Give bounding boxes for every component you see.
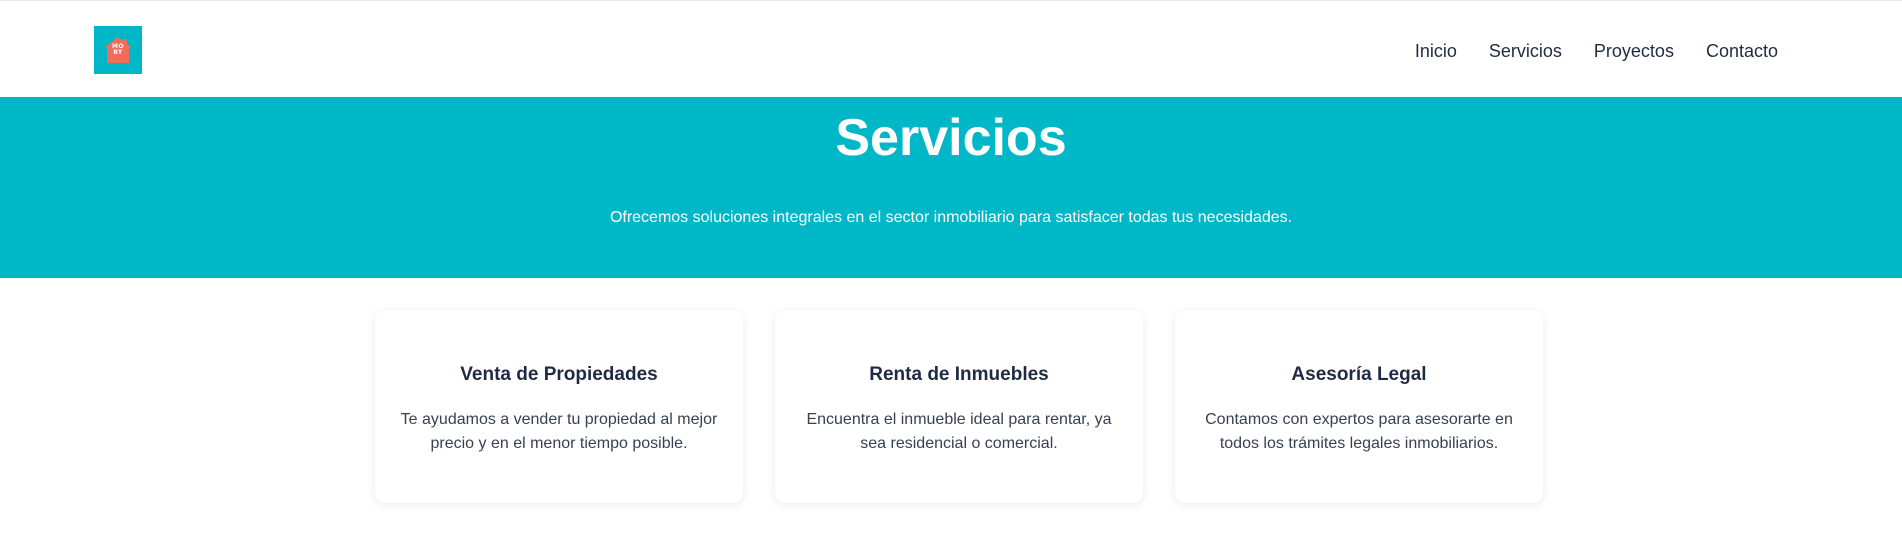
site-header: MO BY Inicio Servicios Proyectos Contact… (0, 0, 1902, 97)
service-card-title: Asesoría Legal (1291, 364, 1427, 385)
service-card-title: Renta de Inmuebles (869, 364, 1049, 385)
services-list: Venta de Propiedades Te ayudamos a vende… (375, 310, 1543, 503)
page-subtitle: Ofrecemos soluciones integrales en el se… (609, 209, 1293, 226)
nav-item-inicio[interactable]: Inicio (1415, 39, 1457, 63)
house-logo-icon: MO BY (103, 36, 133, 64)
nav-item-servicios[interactable]: Servicios (1489, 39, 1562, 63)
logo-text-line2: BY (113, 49, 123, 56)
main-nav: Inicio Servicios Proyectos Contacto (1415, 39, 1778, 63)
nav-item-contacto[interactable]: Contacto (1706, 39, 1778, 63)
logo[interactable]: MO BY (94, 26, 142, 74)
service-card-asesoria: Asesoría Legal Contamos con expertos par… (1175, 310, 1543, 503)
service-card-description: Encuentra el inmueble ideal para rentar,… (806, 411, 1112, 452)
service-card-description: Contamos con expertos para asesorarte en… (1205, 411, 1513, 452)
hero-banner: Servicios Ofrecemos soluciones integrale… (0, 97, 1902, 278)
service-card-renta: Renta de Inmuebles Encuentra el inmueble… (775, 310, 1143, 503)
page-title: Servicios (835, 109, 1067, 167)
service-card-title: Venta de Propiedades (460, 364, 658, 385)
service-card-description: Te ayudamos a vender tu propiedad al mej… (400, 411, 718, 452)
page: MO BY Inicio Servicios Proyectos Contact… (0, 0, 1902, 550)
service-card-venta: Venta de Propiedades Te ayudamos a vende… (375, 310, 743, 503)
nav-item-proyectos[interactable]: Proyectos (1594, 39, 1674, 63)
